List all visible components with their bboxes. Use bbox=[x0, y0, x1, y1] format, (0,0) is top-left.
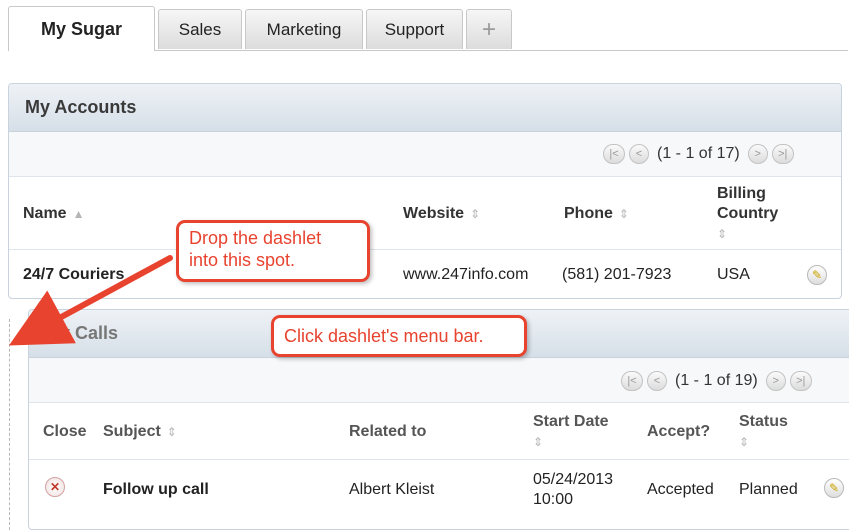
drop-callout-line1: Drop the dashlet bbox=[189, 228, 322, 248]
drop-callout-line2: into this spot. bbox=[189, 250, 296, 270]
menu-bar-callout: Click dashlet's menu bar. bbox=[271, 315, 527, 357]
drop-callout: Drop the dashlet into this spot. bbox=[176, 220, 370, 282]
arrow-icon bbox=[8, 255, 173, 346]
menu-bar-callout-text: Click dashlet's menu bar. bbox=[284, 326, 484, 346]
